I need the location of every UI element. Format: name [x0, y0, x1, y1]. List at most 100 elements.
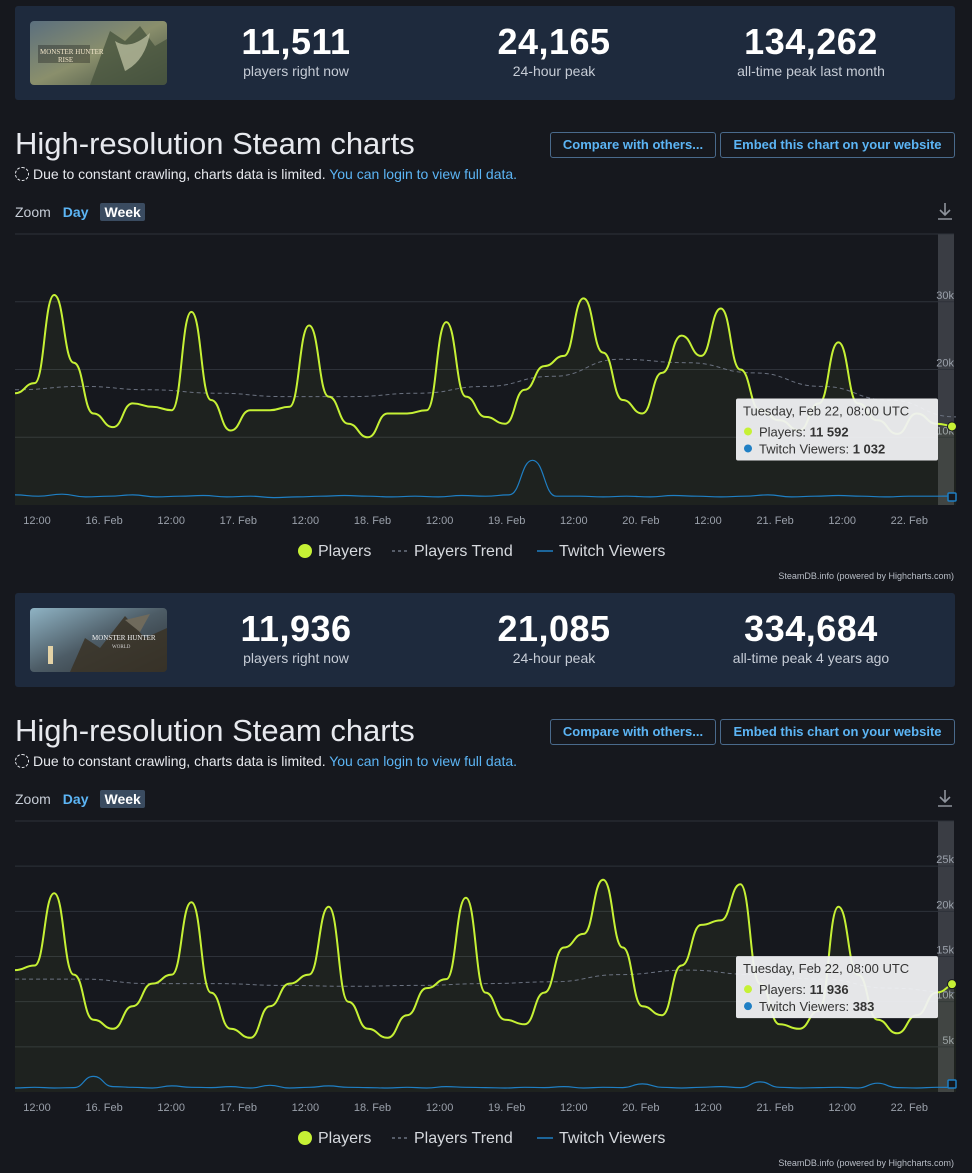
alltime-peak-label: all-time peak last month — [737, 63, 885, 79]
players-chart[interactable]: 5k10k15k20k25k12:00 16. Feb 12:00 17. Feb 12… — [0, 813, 972, 1158]
tooltip-twitch-dot — [744, 444, 752, 453]
section-heading: High-resolution Steam charts — [15, 126, 415, 161]
tooltip-twitch-dot — [744, 1002, 752, 1011]
x-tick-label: 16. Feb — [85, 515, 122, 527]
tooltip-twitch-label: Twitch Viewers: — [759, 441, 853, 456]
players-now-value: 11,511 — [241, 21, 351, 62]
y-tick-label: 25k — [936, 854, 954, 866]
x-tick-label: 12:00 — [828, 1102, 856, 1114]
zoom-label: Zoom — [15, 204, 51, 220]
tooltip-twitch: Twitch Viewers: 383 — [759, 999, 874, 1014]
legend-players-label: Players — [318, 543, 371, 560]
tooltip-twitch-label: Twitch Viewers: — [759, 999, 853, 1014]
x-tick-label: 21. Feb — [756, 515, 793, 527]
legend-players-marker — [298, 1131, 312, 1145]
y-tick-label: 15k — [936, 945, 954, 957]
stat-alltime-peak: 134,262 all-time peak last month — [711, 22, 911, 80]
stat-alltime-peak: 334,684 all-time peak 4 years ago — [711, 609, 911, 667]
chart-credits[interactable]: SteamDB.info (powered by Highcharts.com) — [778, 1158, 954, 1168]
players-chart[interactable]: 10k20k30k12:00 16. Feb 12:00 17. Feb 12:00 18… — [0, 226, 972, 571]
compare-button[interactable]: Compare with others... — [550, 132, 716, 158]
x-tick-label: 16. Feb — [85, 1102, 122, 1114]
y-tick-label: 30k — [936, 290, 954, 302]
tooltip-title: Tuesday, Feb 22, 08:00 UTC — [743, 403, 909, 418]
players-marker — [947, 979, 957, 990]
download-icon[interactable] — [934, 200, 956, 222]
tooltip-players-dot — [744, 427, 752, 436]
compare-button[interactable]: Compare with others... — [550, 719, 716, 745]
crawl-notice: Due to constant crawling, charts data is… — [15, 166, 517, 182]
embed-button[interactable]: Embed this chart on your website — [720, 132, 955, 158]
players-marker — [947, 421, 957, 432]
x-tick-label: 20. Feb — [622, 1102, 659, 1114]
login-link[interactable]: You can login to view full data. — [329, 166, 517, 182]
legend-trend-label: Players Trend — [414, 543, 513, 560]
tooltip: Tuesday, Feb 22, 08:00 UTC Players: 11 59… — [736, 398, 938, 461]
zoom-controls: Zoom Day Week — [15, 790, 145, 808]
x-tick-label: 18. Feb — [354, 515, 391, 527]
y-tick-label: 20k — [936, 899, 954, 911]
stat-24h-peak: 24,165 24-hour peak — [479, 22, 629, 80]
zoom-week-button[interactable]: Week — [100, 203, 145, 221]
embed-button[interactable]: Embed this chart on your website — [720, 719, 955, 745]
legend-trend-label: Players Trend — [414, 1130, 513, 1147]
x-tick-label: 19. Feb — [488, 515, 525, 527]
tooltip-twitch: Twitch Viewers: 1 032 — [759, 441, 885, 456]
login-link[interactable]: You can login to view full data. — [329, 753, 517, 769]
zoom-day-button[interactable]: Day — [59, 203, 93, 221]
x-tick-label: 12:00 — [694, 515, 722, 527]
twitch-marker — [947, 492, 957, 502]
zoom-week-button[interactable]: Week — [100, 790, 145, 808]
tooltip-players-label: Players: — [759, 982, 810, 997]
x-tick-label: 22. Feb — [891, 515, 928, 527]
zoom-controls: Zoom Day Week — [15, 203, 145, 221]
tooltip-players: Players: 11 936 — [759, 982, 849, 997]
chart-section-1: MONSTER HUNTER RISE 11,511 players right… — [0, 0, 972, 586]
alltime-peak-label: all-time peak 4 years ago — [732, 650, 890, 666]
players-now-label: players right now — [243, 650, 349, 666]
tooltip-players: Players: 11 592 — [759, 424, 849, 439]
game-capsule-image[interactable]: MONSTER HUNTER RISE — [30, 21, 167, 85]
tooltip-players-value: 11 936 — [810, 982, 849, 997]
stats-bar: MONSTER HUNTER WORLD 11,936 players righ… — [15, 593, 955, 687]
tooltip-players-label: Players: — [759, 424, 810, 439]
tooltip-title: Tuesday, Feb 22, 08:00 UTC — [743, 961, 909, 976]
legend: Players Players Trend Twitch Viewers — [298, 543, 665, 560]
tooltip-players-value: 11 592 — [810, 424, 849, 439]
x-tick-label: 22. Feb — [891, 1102, 928, 1114]
svg-text:RISE: RISE — [58, 56, 73, 64]
twitch-marker — [947, 1079, 957, 1089]
peak-24h-value: 21,085 — [497, 608, 611, 649]
x-tick-label: 12:00 — [828, 515, 856, 527]
x-tick-label: 17. Feb — [220, 515, 257, 527]
legend: Players Players Trend Twitch Viewers — [298, 1130, 665, 1147]
stat-24h-peak: 21,085 24-hour peak — [479, 609, 629, 667]
players-now-value: 11,936 — [240, 608, 352, 649]
legend-twitch-label: Twitch Viewers — [559, 1130, 665, 1147]
x-tick-label: 12:00 — [23, 515, 51, 527]
tooltip-twitch-value: 1 032 — [853, 441, 886, 456]
x-tick-label: 12:00 — [157, 515, 185, 527]
chart-section-2: MONSTER HUNTER WORLD 11,936 players righ… — [0, 587, 972, 1173]
x-tick-label: 21. Feb — [756, 1102, 793, 1114]
game-capsule-image[interactable]: MONSTER HUNTER WORLD — [30, 608, 167, 672]
peak-24h-label: 24-hour peak — [512, 63, 596, 79]
tooltip: Tuesday, Feb 22, 08:00 UTC Players: 11 93… — [736, 956, 938, 1019]
stats-bar: MONSTER HUNTER RISE 11,511 players right… — [15, 6, 955, 100]
x-tick-label: 12:00 — [426, 1102, 454, 1114]
svg-text:MONSTER HUNTER: MONSTER HUNTER — [40, 48, 104, 56]
alltime-peak-value: 134,262 — [744, 21, 878, 62]
x-tick-label: 17. Feb — [220, 1102, 257, 1114]
x-tick-label: 12:00 — [23, 1102, 51, 1114]
svg-text:WORLD: WORLD — [112, 645, 131, 650]
notice-text: Due to constant crawling, charts data is… — [33, 166, 326, 182]
tooltip-players-dot — [744, 985, 752, 994]
notice-text: Due to constant crawling, charts data is… — [33, 753, 326, 769]
x-tick-label: 12:00 — [694, 1102, 722, 1114]
download-icon[interactable] — [934, 787, 956, 809]
chart-credits[interactable]: SteamDB.info (powered by Highcharts.com) — [778, 571, 954, 581]
loading-spinner-icon — [15, 167, 29, 181]
players-now-label: players right now — [243, 63, 349, 79]
legend-players-marker — [298, 544, 312, 558]
zoom-day-button[interactable]: Day — [59, 790, 93, 808]
